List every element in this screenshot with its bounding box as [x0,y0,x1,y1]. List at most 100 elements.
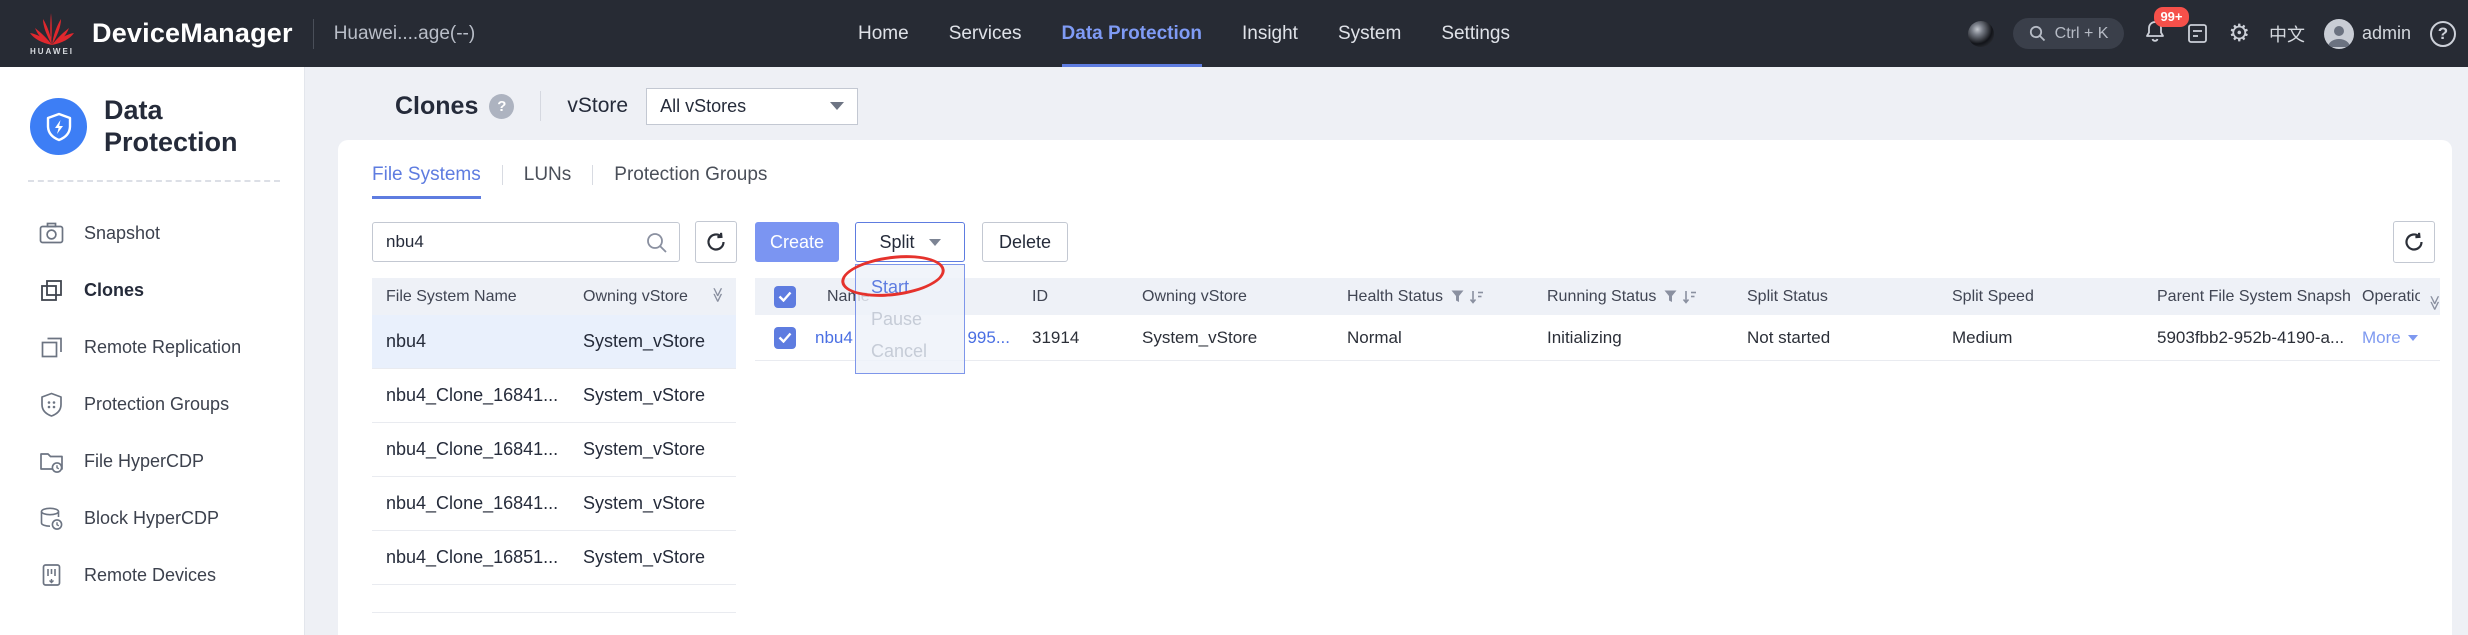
refresh-filesystems-button[interactable] [695,221,737,263]
nav-services[interactable]: Services [949,0,1022,67]
split-menu-start[interactable]: Start [856,271,964,303]
remote-devices-icon [38,562,65,589]
nav-settings[interactable]: Settings [1441,0,1510,67]
nav-system[interactable]: System [1338,0,1401,67]
fs-vstore: System_vStore [568,439,736,460]
sidebar: Data Protection Snapshot Clones [0,67,305,635]
split-dropdown-menu: Start Pause Cancel [855,264,965,374]
user-menu[interactable]: admin [2324,19,2411,49]
report-icon[interactable] [2186,22,2209,45]
col-running-status[interactable]: Running Status [1535,288,1735,306]
vstore-select[interactable]: All vStores [646,88,858,125]
page-help-icon[interactable]: ? [489,94,514,119]
col-owning-vstore[interactable]: Owning vStore [1130,288,1335,306]
filesystem-table: File System Name Owning vStore ≫ nbu4 Sy… [372,278,736,613]
delete-button[interactable]: Delete [982,222,1068,262]
sidebar-item-label: Block HyperCDP [84,508,219,529]
snapshot-icon [38,220,65,247]
col-file-system-name[interactable]: File System Name [372,288,568,306]
refresh-clones-button[interactable] [2393,221,2435,263]
main-content: Clones ? vStore All vStores File Systems… [305,67,2468,635]
fs-vstore: System_vStore [568,547,736,568]
sort-icon[interactable] [1682,290,1697,304]
sidebar-item-label: Clones [84,280,144,301]
column-settings-icon[interactable]: ≫ [2426,282,2444,312]
split-button[interactable]: Split [855,222,965,262]
empty-row [372,585,736,613]
col-operation[interactable]: Operation [2350,288,2420,306]
tab-protection-groups[interactable]: Protection Groups [614,158,767,199]
sidebar-item-block-hypercdp[interactable]: Block HyperCDP [0,490,304,547]
sidebar-item-remote-devices[interactable]: Remote Devices [0,547,304,604]
language-switch[interactable]: 中文 [2269,21,2305,47]
filter-icon[interactable] [1664,290,1677,303]
tab-luns[interactable]: LUNs [524,158,572,199]
search-icon[interactable] [645,231,669,255]
table-row[interactable]: nbu4_Clone_16841... System_vStore [372,423,736,477]
chevron-down-icon [830,102,844,110]
clones-table-header: Name ID Owning vStore Health Status [755,278,2440,315]
table-row[interactable]: nbu4 System_vStore [372,315,736,369]
protection-groups-icon [38,391,65,418]
data-protection-shield-icon [30,98,87,155]
sidebar-item-label: File HyperCDP [84,451,204,472]
top-bar: HUAWEI DeviceManager Huawei....age(--) H… [0,0,2468,67]
sidebar-item-clones[interactable]: Clones [0,262,304,319]
col-health-status[interactable]: Health Status [1335,288,1535,306]
split-menu-cancel[interactable]: Cancel [856,335,964,367]
notifications-button[interactable]: 99+ [2143,19,2167,48]
notification-badge: 99+ [2154,7,2188,27]
clones-icon [38,277,65,304]
row-checkbox[interactable] [774,327,796,349]
cell-running-status: Initializing [1535,328,1735,348]
gear-icon[interactable]: ⚙ [2228,22,2250,46]
nav-home[interactable]: Home [858,0,909,67]
cell-owning-vstore: System_vStore [1130,328,1335,348]
page-header: Clones ? vStore All vStores [338,75,2452,137]
column-settings-icon[interactable]: ≫ [709,287,727,303]
select-all-checkbox[interactable] [774,286,796,308]
app-title: DeviceManager [92,18,293,49]
col-owning-vstore[interactable]: Owning vStore [568,288,708,306]
tab-file-systems[interactable]: File Systems [372,158,481,199]
clone-name-link[interactable]: nbu4 [815,328,853,348]
nav-insight[interactable]: Insight [1242,0,1298,67]
table-row[interactable]: nbu4_Clone_16841... System_vStore [372,477,736,531]
top-navigation: Home Services Data Protection Insight Sy… [858,0,1510,67]
col-id[interactable]: ID [1020,288,1130,306]
clones-table: Name ID Owning vStore Health Status [755,278,2440,361]
block-hypercdp-icon [38,505,65,532]
fs-name: nbu4_Clone_16851... [372,547,568,568]
table-row[interactable]: nbu4_Clone_16841... System_vStore [372,369,736,423]
fs-vstore: System_vStore [568,385,736,406]
search-input[interactable] [373,223,679,261]
huawei-logo-icon: HUAWEI [26,8,78,60]
help-icon[interactable]: ? [2430,21,2456,47]
col-parent-snapshot[interactable]: Parent File System Snapshot [2145,288,2350,306]
sidebar-item-protection-groups[interactable]: Protection Groups [0,376,304,433]
sidebar-item-remote-replication[interactable]: Remote Replication [0,319,304,376]
global-search[interactable]: Ctrl + K [2013,18,2125,49]
sidebar-item-file-hypercdp[interactable]: File HyperCDP [0,433,304,490]
fs-name: nbu4_Clone_16841... [372,385,568,406]
more-actions-link[interactable]: More [2362,328,2418,348]
create-button[interactable]: Create [755,222,839,262]
search-shortcut-hint: Ctrl + K [2055,25,2109,43]
sidebar-item-snapshot[interactable]: Snapshot [0,205,304,262]
filter-icon[interactable] [1451,290,1464,303]
col-split-status[interactable]: Split Status [1735,288,1940,306]
col-split-speed[interactable]: Split Speed [1940,288,2145,306]
nav-data-protection[interactable]: Data Protection [1062,0,1202,67]
clone-name-link-truncated[interactable]: 995... [967,328,1010,348]
search-icon [2029,25,2046,42]
sort-icon[interactable] [1469,290,1484,304]
split-menu-pause[interactable]: Pause [856,303,964,335]
table-row[interactable]: nbu4 995... 31914 System_vStore Normal I… [755,315,2440,361]
capacity-sphere-icon[interactable] [1968,21,1994,47]
remote-replication-icon [38,334,65,361]
table-row[interactable]: nbu4_Clone_16851... System_vStore [372,531,736,585]
chevron-down-icon [2408,335,2418,341]
huawei-logo-text: HUAWEI [30,47,74,56]
vstore-label: vStore [567,94,628,118]
file-hypercdp-icon [38,448,65,475]
